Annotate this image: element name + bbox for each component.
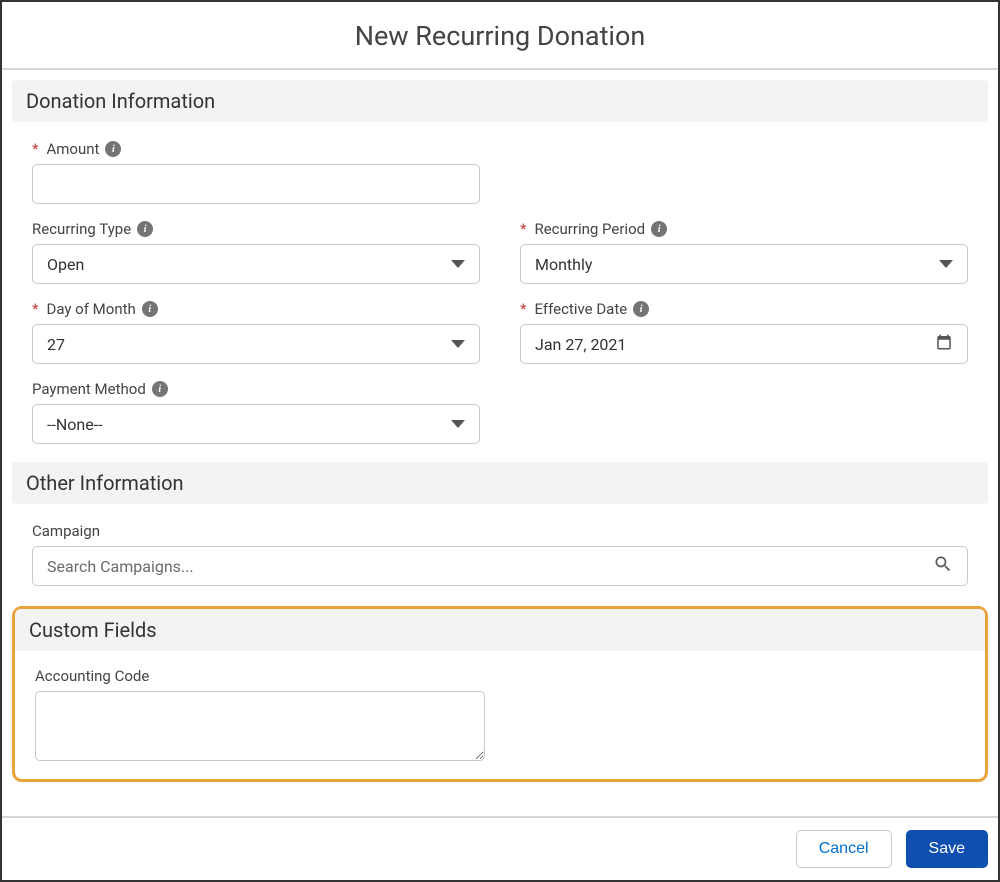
chevron-down-icon bbox=[451, 340, 465, 348]
amount-label-row: * Amount i bbox=[32, 140, 480, 158]
accounting-code-label-row: Accounting Code bbox=[35, 667, 485, 685]
recurring-type-label: Recurring Type bbox=[32, 220, 131, 238]
recurring-period-label: Recurring Period bbox=[534, 220, 645, 238]
campaign-label: Campaign bbox=[32, 522, 100, 540]
info-icon[interactable]: i bbox=[142, 301, 158, 317]
search-icon[interactable] bbox=[933, 554, 953, 578]
amount-input[interactable] bbox=[32, 164, 480, 204]
campaign-lookup[interactable]: Search Campaigns... bbox=[32, 546, 968, 586]
effective-date-label: Effective Date bbox=[534, 300, 627, 318]
donation-form-grid: * Amount i Recurring Type i Open * Recur… bbox=[12, 132, 988, 462]
other-info-body: Campaign Search Campaigns... bbox=[12, 514, 988, 604]
custom-fields-highlight: Custom Fields Accounting Code bbox=[12, 606, 988, 782]
accounting-code-input[interactable] bbox=[35, 691, 485, 761]
calendar-icon[interactable] bbox=[935, 333, 953, 355]
info-icon[interactable]: i bbox=[105, 141, 121, 157]
chevron-down-icon bbox=[451, 420, 465, 428]
required-mark: * bbox=[32, 300, 38, 318]
day-of-month-label-row: * Day of Month i bbox=[32, 300, 480, 318]
required-mark: * bbox=[520, 300, 526, 318]
field-payment-method: Payment Method i --None-- bbox=[32, 380, 480, 444]
required-mark: * bbox=[32, 140, 38, 158]
section-donation-information: Donation Information bbox=[12, 80, 988, 122]
modal-body: Donation Information * Amount i Recurrin… bbox=[2, 70, 998, 782]
field-recurring-period: * Recurring Period i Monthly bbox=[520, 220, 968, 284]
required-mark: * bbox=[520, 220, 526, 238]
field-day-of-month: * Day of Month i 27 bbox=[32, 300, 480, 364]
field-campaign: Campaign Search Campaigns... bbox=[32, 522, 968, 586]
info-icon[interactable]: i bbox=[651, 221, 667, 237]
recurring-period-label-row: * Recurring Period i bbox=[520, 220, 968, 238]
field-recurring-type: Recurring Type i Open bbox=[32, 220, 480, 284]
page-title: New Recurring Donation bbox=[2, 20, 998, 52]
field-effective-date: * Effective Date i Jan 27, 2021 bbox=[520, 300, 968, 364]
campaign-placeholder: Search Campaigns... bbox=[47, 557, 194, 576]
info-icon[interactable]: i bbox=[633, 301, 649, 317]
cancel-button[interactable]: Cancel bbox=[796, 830, 892, 868]
custom-fields-body: Accounting Code bbox=[15, 651, 985, 779]
day-of-month-value: 27 bbox=[47, 335, 65, 354]
effective-date-value: Jan 27, 2021 bbox=[535, 335, 626, 354]
modal-header: New Recurring Donation bbox=[2, 2, 998, 70]
amount-label: Amount bbox=[46, 140, 99, 158]
payment-method-value: --None-- bbox=[47, 415, 103, 434]
chevron-down-icon bbox=[939, 260, 953, 268]
info-icon[interactable]: i bbox=[137, 221, 153, 237]
payment-method-select[interactable]: --None-- bbox=[32, 404, 480, 444]
payment-method-label-row: Payment Method i bbox=[32, 380, 480, 398]
info-icon[interactable]: i bbox=[152, 381, 168, 397]
modal-footer: Cancel Save bbox=[2, 816, 998, 880]
chevron-down-icon bbox=[451, 260, 465, 268]
section-custom-fields: Custom Fields bbox=[15, 609, 985, 651]
effective-date-input[interactable]: Jan 27, 2021 bbox=[520, 324, 968, 364]
recurring-type-label-row: Recurring Type i bbox=[32, 220, 480, 238]
payment-method-label: Payment Method bbox=[32, 380, 146, 398]
recurring-period-select[interactable]: Monthly bbox=[520, 244, 968, 284]
recurring-period-value: Monthly bbox=[535, 255, 592, 274]
field-amount: * Amount i bbox=[32, 140, 480, 204]
effective-date-label-row: * Effective Date i bbox=[520, 300, 968, 318]
day-of-month-label: Day of Month bbox=[46, 300, 135, 318]
section-other-information: Other Information bbox=[12, 462, 988, 504]
accounting-code-label: Accounting Code bbox=[35, 667, 149, 685]
recurring-type-value: Open bbox=[47, 255, 84, 274]
campaign-label-row: Campaign bbox=[32, 522, 968, 540]
recurring-type-select[interactable]: Open bbox=[32, 244, 480, 284]
field-accounting-code: Accounting Code bbox=[35, 667, 485, 761]
save-button[interactable]: Save bbox=[906, 830, 988, 868]
day-of-month-select[interactable]: 27 bbox=[32, 324, 480, 364]
